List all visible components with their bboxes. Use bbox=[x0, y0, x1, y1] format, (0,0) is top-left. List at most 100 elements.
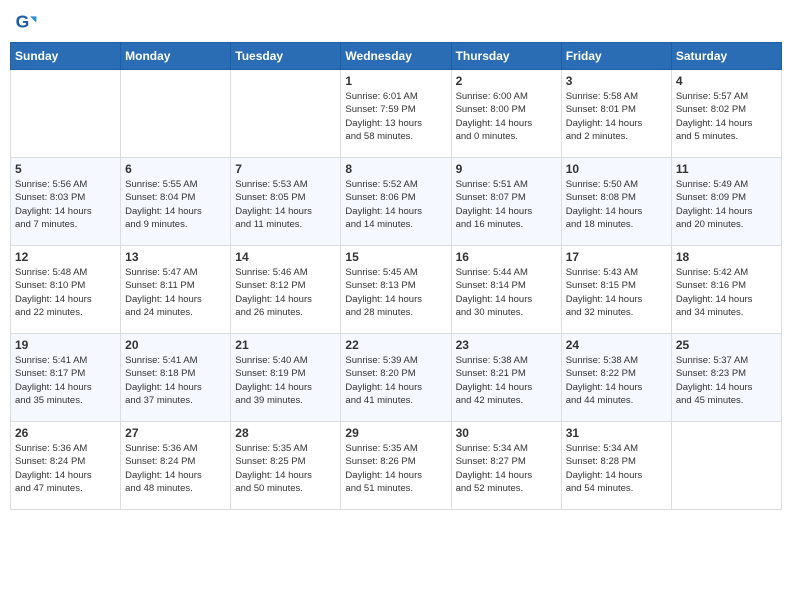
calendar-cell: 12 Sunrise: 5:48 AM Sunset: 8:10 PM Dayli… bbox=[11, 246, 121, 334]
calendar-cell bbox=[121, 70, 231, 158]
day-content: Sunrise: 5:58 AM Sunset: 8:01 PM Dayligh… bbox=[566, 90, 667, 143]
day-content: Sunrise: 5:57 AM Sunset: 8:02 PM Dayligh… bbox=[676, 90, 777, 143]
day-number: 2 bbox=[456, 74, 557, 88]
calendar-body: 1 Sunrise: 6:01 AM Sunset: 7:59 PM Daylig… bbox=[11, 70, 782, 510]
calendar-cell: 30 Sunrise: 5:34 AM Sunset: 8:27 PM Dayli… bbox=[451, 422, 561, 510]
day-content: Sunrise: 5:55 AM Sunset: 8:04 PM Dayligh… bbox=[125, 178, 226, 231]
day-number: 6 bbox=[125, 162, 226, 176]
day-number: 12 bbox=[15, 250, 116, 264]
day-content: Sunrise: 5:42 AM Sunset: 8:16 PM Dayligh… bbox=[676, 266, 777, 319]
calendar-table: SundayMondayTuesdayWednesdayThursdayFrid… bbox=[10, 42, 782, 510]
day-number: 3 bbox=[566, 74, 667, 88]
day-content: Sunrise: 5:48 AM Sunset: 8:10 PM Dayligh… bbox=[15, 266, 116, 319]
day-number: 28 bbox=[235, 426, 336, 440]
day-content: Sunrise: 5:46 AM Sunset: 8:12 PM Dayligh… bbox=[235, 266, 336, 319]
day-number: 1 bbox=[345, 74, 446, 88]
day-number: 17 bbox=[566, 250, 667, 264]
calendar-cell: 6 Sunrise: 5:55 AM Sunset: 8:04 PM Daylig… bbox=[121, 158, 231, 246]
day-content: Sunrise: 5:51 AM Sunset: 8:07 PM Dayligh… bbox=[456, 178, 557, 231]
calendar-cell: 10 Sunrise: 5:50 AM Sunset: 8:08 PM Dayli… bbox=[561, 158, 671, 246]
page-header: G bbox=[10, 10, 782, 34]
day-content: Sunrise: 5:52 AM Sunset: 8:06 PM Dayligh… bbox=[345, 178, 446, 231]
calendar-cell: 27Sunrise: 5:36 AM Sunset: 8:24 PM Dayli… bbox=[121, 422, 231, 510]
day-content: Sunrise: 5:53 AM Sunset: 8:05 PM Dayligh… bbox=[235, 178, 336, 231]
day-content: Sunrise: 6:01 AM Sunset: 7:59 PM Dayligh… bbox=[345, 90, 446, 143]
day-content: Sunrise: 5:39 AM Sunset: 8:20 PM Dayligh… bbox=[345, 354, 446, 407]
day-content: Sunrise: 5:35 AM Sunset: 8:25 PM Dayligh… bbox=[235, 442, 336, 495]
day-number: 8 bbox=[345, 162, 446, 176]
day-number: 21 bbox=[235, 338, 336, 352]
day-content: Sunrise: 5:41 AM Sunset: 8:18 PM Dayligh… bbox=[125, 354, 226, 407]
day-content: Sunrise: 5:34 AM Sunset: 8:27 PM Dayligh… bbox=[456, 442, 557, 495]
week-row-2: 5Sunrise: 5:56 AM Sunset: 8:03 PM Daylig… bbox=[11, 158, 782, 246]
day-content: Sunrise: 5:34 AM Sunset: 8:28 PM Dayligh… bbox=[566, 442, 667, 495]
calendar-cell: 3 Sunrise: 5:58 AM Sunset: 8:01 PM Daylig… bbox=[561, 70, 671, 158]
calendar-cell bbox=[231, 70, 341, 158]
calendar-cell: 25 Sunrise: 5:37 AM Sunset: 8:23 PM Dayli… bbox=[671, 334, 781, 422]
calendar-cell: 28 Sunrise: 5:35 AM Sunset: 8:25 PM Dayli… bbox=[231, 422, 341, 510]
day-number: 25 bbox=[676, 338, 777, 352]
day-content: Sunrise: 5:35 AM Sunset: 8:26 PM Dayligh… bbox=[345, 442, 446, 495]
day-content: Sunrise: 5:36 AM Sunset: 8:24 PM Dayligh… bbox=[125, 442, 226, 495]
week-row-5: 26 Sunrise: 5:36 AM Sunset: 8:24 PM Dayli… bbox=[11, 422, 782, 510]
day-content: Sunrise: 5:38 AM Sunset: 8:22 PM Dayligh… bbox=[566, 354, 667, 407]
day-content: Sunrise: 5:50 AM Sunset: 8:08 PM Dayligh… bbox=[566, 178, 667, 231]
day-number: 26 bbox=[15, 426, 116, 440]
calendar-cell: 2 Sunrise: 6:00 AM Sunset: 8:00 PM Daylig… bbox=[451, 70, 561, 158]
calendar-cell: 23 Sunrise: 5:38 AM Sunset: 8:21 PM Dayli… bbox=[451, 334, 561, 422]
day-content: Sunrise: 5:47 AM Sunset: 8:11 PM Dayligh… bbox=[125, 266, 226, 319]
weekday-header-monday: Monday bbox=[121, 43, 231, 70]
day-content: Sunrise: 5:56 AM Sunset: 8:03 PM Dayligh… bbox=[15, 178, 116, 231]
day-number: 15 bbox=[345, 250, 446, 264]
day-number: 16 bbox=[456, 250, 557, 264]
calendar-cell: 13Sunrise: 5:47 AM Sunset: 8:11 PM Dayli… bbox=[121, 246, 231, 334]
weekday-header-row: SundayMondayTuesdayWednesdayThursdayFrid… bbox=[11, 43, 782, 70]
calendar-cell: 29 Sunrise: 5:35 AM Sunset: 8:26 PM Dayli… bbox=[341, 422, 451, 510]
day-content: Sunrise: 5:45 AM Sunset: 8:13 PM Dayligh… bbox=[345, 266, 446, 319]
day-number: 4 bbox=[676, 74, 777, 88]
svg-text:G: G bbox=[16, 12, 30, 32]
day-content: Sunrise: 6:00 AM Sunset: 8:00 PM Dayligh… bbox=[456, 90, 557, 143]
day-number: 18 bbox=[676, 250, 777, 264]
day-number: 19 bbox=[15, 338, 116, 352]
calendar-cell: 16 Sunrise: 5:44 AM Sunset: 8:14 PM Dayli… bbox=[451, 246, 561, 334]
week-row-1: 1 Sunrise: 6:01 AM Sunset: 7:59 PM Daylig… bbox=[11, 70, 782, 158]
day-number: 9 bbox=[456, 162, 557, 176]
calendar-cell: 8 Sunrise: 5:52 AM Sunset: 8:06 PM Daylig… bbox=[341, 158, 451, 246]
day-number: 14 bbox=[235, 250, 336, 264]
day-number: 24 bbox=[566, 338, 667, 352]
weekday-header-thursday: Thursday bbox=[451, 43, 561, 70]
day-number: 20 bbox=[125, 338, 226, 352]
day-number: 23 bbox=[456, 338, 557, 352]
calendar-cell: 14 Sunrise: 5:46 AM Sunset: 8:12 PM Dayli… bbox=[231, 246, 341, 334]
calendar-cell: 26 Sunrise: 5:36 AM Sunset: 8:24 PM Dayli… bbox=[11, 422, 121, 510]
day-number: 22 bbox=[345, 338, 446, 352]
day-content: Sunrise: 5:49 AM Sunset: 8:09 PM Dayligh… bbox=[676, 178, 777, 231]
day-content: Sunrise: 5:37 AM Sunset: 8:23 PM Dayligh… bbox=[676, 354, 777, 407]
calendar-cell: 9 Sunrise: 5:51 AM Sunset: 8:07 PM Daylig… bbox=[451, 158, 561, 246]
calendar-cell: 1 Sunrise: 6:01 AM Sunset: 7:59 PM Daylig… bbox=[341, 70, 451, 158]
weekday-header-friday: Friday bbox=[561, 43, 671, 70]
calendar-cell: 5Sunrise: 5:56 AM Sunset: 8:03 PM Daylig… bbox=[11, 158, 121, 246]
logo: G bbox=[14, 10, 40, 34]
day-content: Sunrise: 5:44 AM Sunset: 8:14 PM Dayligh… bbox=[456, 266, 557, 319]
day-number: 10 bbox=[566, 162, 667, 176]
week-row-4: 19 Sunrise: 5:41 AM Sunset: 8:17 PM Dayli… bbox=[11, 334, 782, 422]
calendar-cell bbox=[671, 422, 781, 510]
day-content: Sunrise: 5:36 AM Sunset: 8:24 PM Dayligh… bbox=[15, 442, 116, 495]
day-content: Sunrise: 5:38 AM Sunset: 8:21 PM Dayligh… bbox=[456, 354, 557, 407]
calendar-cell: 15 Sunrise: 5:45 AM Sunset: 8:13 PM Dayli… bbox=[341, 246, 451, 334]
day-content: Sunrise: 5:43 AM Sunset: 8:15 PM Dayligh… bbox=[566, 266, 667, 319]
day-number: 30 bbox=[456, 426, 557, 440]
calendar-cell: 22 Sunrise: 5:39 AM Sunset: 8:20 PM Dayli… bbox=[341, 334, 451, 422]
day-content: Sunrise: 5:40 AM Sunset: 8:19 PM Dayligh… bbox=[235, 354, 336, 407]
day-number: 29 bbox=[345, 426, 446, 440]
calendar-cell: 17 Sunrise: 5:43 AM Sunset: 8:15 PM Dayli… bbox=[561, 246, 671, 334]
week-row-3: 12 Sunrise: 5:48 AM Sunset: 8:10 PM Dayli… bbox=[11, 246, 782, 334]
calendar-cell: 11Sunrise: 5:49 AM Sunset: 8:09 PM Dayli… bbox=[671, 158, 781, 246]
calendar-cell: 21 Sunrise: 5:40 AM Sunset: 8:19 PM Dayli… bbox=[231, 334, 341, 422]
weekday-header-wednesday: Wednesday bbox=[341, 43, 451, 70]
calendar-cell: 4 Sunrise: 5:57 AM Sunset: 8:02 PM Daylig… bbox=[671, 70, 781, 158]
calendar-cell: 19 Sunrise: 5:41 AM Sunset: 8:17 PM Dayli… bbox=[11, 334, 121, 422]
day-content: Sunrise: 5:41 AM Sunset: 8:17 PM Dayligh… bbox=[15, 354, 116, 407]
